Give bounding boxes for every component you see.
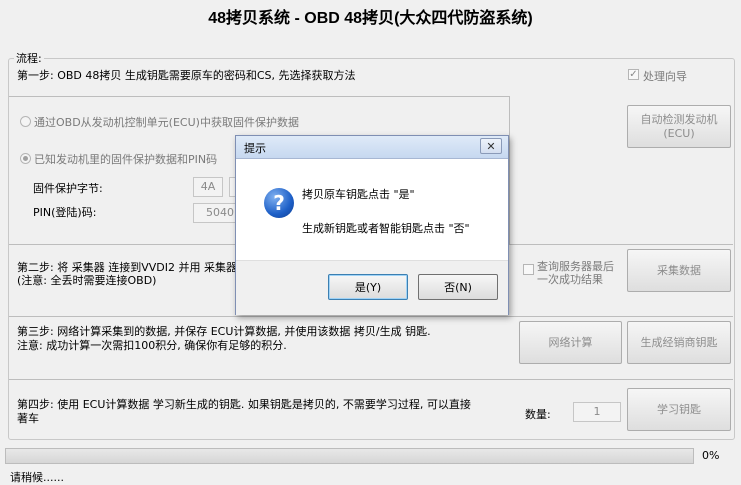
yes-button[interactable]: 是(Y): [328, 274, 408, 300]
dialog-title: 提示: [244, 142, 266, 155]
step4-note: 著车: [17, 412, 39, 425]
step4-text: 第四步: 使用 ECU计算数据 学习新生成的钥匙. 如果钥匙是拷贝的, 不需要学…: [17, 398, 471, 411]
dialog-titlebar: [236, 136, 508, 159]
dialog-message-line2: 生成新钥匙或者智能钥匙点击 "否": [302, 222, 470, 235]
option-ecu-label: 通过OBD从发动机控制单元(ECU)中获取固件保护数据: [34, 116, 299, 129]
step2-note: (注意: 全丢时需要连接OBD): [17, 274, 157, 287]
divider: [509, 96, 510, 244]
learn-key-button[interactable]: 学习钥匙: [627, 388, 731, 431]
collect-data-button[interactable]: 采集数据: [627, 249, 731, 292]
window-title: 48拷贝系统 - OBD 48拷贝(大众四代防盗系统): [208, 10, 533, 27]
question-icon: ?: [264, 188, 294, 218]
pin-input[interactable]: 5040: [193, 203, 239, 223]
query-server-checkbox[interactable]: [523, 264, 534, 275]
option-known-radio[interactable]: [20, 153, 31, 164]
flow-legend: 流程:: [14, 50, 44, 66]
quantity-input[interactable]: 1: [573, 402, 621, 422]
fw-label: 固件保护字节:: [33, 182, 103, 195]
divider: [9, 379, 733, 380]
option-ecu-radio[interactable]: [20, 116, 31, 127]
divider: [9, 96, 509, 97]
no-button[interactable]: 否(N): [418, 274, 498, 300]
step3-note: 注意: 成功计算一次需扣100积分, 确保你有足够的积分.: [17, 339, 287, 352]
wizard-label: 处理向导: [643, 70, 687, 83]
query-server-label: 一次成功结果: [537, 273, 603, 286]
dialog-message-line1: 拷贝原车钥匙点击 "是": [302, 188, 415, 201]
step1-text: 第一步: OBD 48拷贝 生成钥匙需要原车的密码和CS, 先选择获取方法: [17, 69, 356, 82]
network-calc-button[interactable]: 网络计算: [519, 321, 622, 364]
option-known-label: 已知发动机里的固件保护数据和PIN码: [34, 153, 218, 166]
wizard-checkbox[interactable]: ✓: [628, 69, 639, 80]
fw-byte-input[interactable]: 4A: [193, 177, 223, 197]
divider: [9, 316, 733, 317]
progress-label: 0%: [702, 449, 720, 462]
progress-bar: [5, 448, 694, 464]
pin-label: PIN(登陆)码:: [33, 206, 97, 219]
close-icon[interactable]: ✕: [480, 138, 502, 154]
prompt-dialog: 提示 ✕ ? 拷贝原车钥匙点击 "是" 生成新钥匙或者智能钥匙点击 "否" 是(…: [235, 135, 509, 315]
auto-detect-ecu-button[interactable]: 自动检测发动机 (ECU): [627, 105, 731, 148]
quantity-label: 数量:: [525, 408, 551, 421]
dealer-key-button[interactable]: 生成经销商钥匙: [627, 321, 731, 364]
